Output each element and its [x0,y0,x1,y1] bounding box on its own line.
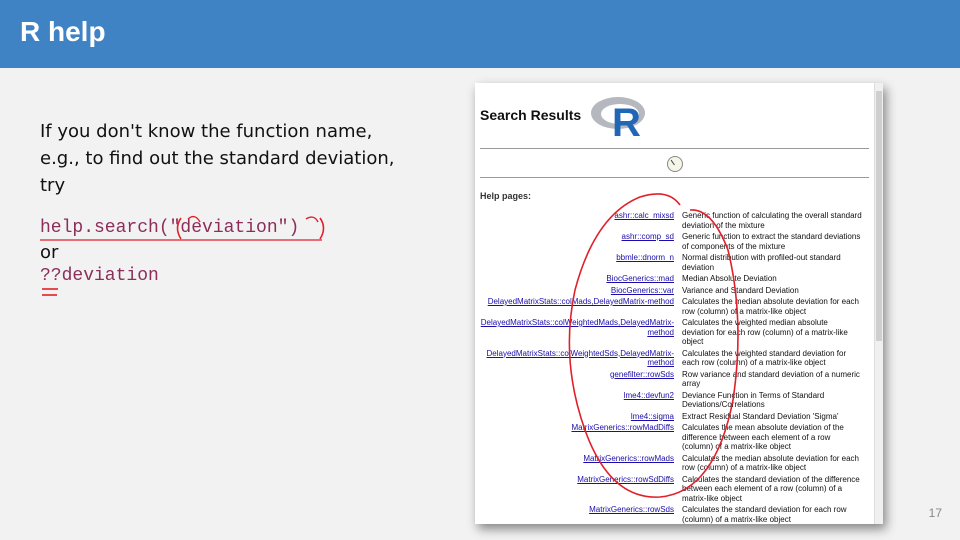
result-row: BiocGenerics::mad Median Absolute Deviati… [475,274,875,284]
result-row: DelayedMatrixStats::colWeightedSds,Delay… [475,349,875,368]
result-description: Calculates the median absolute deviation… [682,453,859,473]
slide-header: R help [0,0,960,68]
result-link[interactable]: lme4::devfun2 [475,391,682,410]
search-results-title: Search Results [480,107,582,123]
or-text: or [40,242,59,263]
result-link[interactable]: MatrixGenerics::rowSdDiffs [475,475,682,504]
clock-icon [667,156,683,172]
result-link[interactable]: MatrixGenerics::rowMads [475,454,682,473]
divider-bottom [480,177,869,178]
result-link[interactable]: DelayedMatrixStats::colWeightedSds,Delay… [475,349,682,368]
result-row: BiocGenerics::var Variance and Standard D… [475,286,875,296]
result-description: Calculates the standard deviation for ea… [682,505,847,524]
annotation-close-paren [319,217,325,240]
result-row: lme4::devfun2 Deviance Function in Terms … [475,391,875,410]
r-logo-icon: R [591,97,645,139]
result-row: MatrixGenerics::rowSdDiffs Calculates the… [475,475,875,504]
result-link[interactable]: BiocGenerics::var [475,286,682,296]
annotation-quote-right [305,216,319,223]
result-link[interactable]: ashr::comp_sd [475,232,682,251]
result-row: genefilter::rowSds Row variance and stand… [475,370,875,389]
result-link[interactable]: DelayedMatrixStats::colWeightedMads,Dela… [475,318,682,347]
result-row: ashr::calc_mixsd Generic function of calc… [475,211,875,230]
result-description: Generic function to extract the standard… [682,232,861,251]
result-row: bbmle::dnorm_n Normal distribution with p… [475,253,875,272]
result-description: Calculates the weighted median absolute … [682,318,848,346]
result-link[interactable]: MatrixGenerics::rowSds [475,505,682,524]
code-double-question: ??deviation [40,266,159,286]
result-row: MatrixGenerics::rowMadDiffs Calculates th… [475,423,875,452]
result-row: MatrixGenerics::rowSds Calculates the sta… [475,505,875,524]
instruction-text: If you don't know the function name, e.g… [40,121,395,196]
result-description: Calculates the mean absolute deviation o… [682,423,844,451]
result-link[interactable]: bbmle::dnorm_n [475,253,682,272]
result-row: MatrixGenerics::rowMads Calculates the me… [475,454,875,473]
result-row: lme4::sigma Extract Residual Standard Dev… [475,412,875,422]
result-description: Normal distribution with profiled-out st… [682,253,841,272]
result-link[interactable]: BiocGenerics::mad [475,274,682,284]
scrollbar-thumb[interactable] [876,91,882,341]
result-description: Deviance Function in Terms of Standard D… [682,390,825,410]
divider-top [480,148,869,149]
help-pages-heading: Help pages: [480,191,532,201]
results-table: ashr::calc_mixsd Generic function of calc… [475,211,875,524]
result-link[interactable]: ashr::calc_mixsd [475,211,682,230]
result-link[interactable]: MatrixGenerics::rowMadDiffs [475,423,682,452]
result-description: Calculates the median absolute deviation… [682,297,859,316]
result-row: ashr::comp_sd Generic function to extract… [475,232,875,251]
code-help-search: help.search("deviation") [40,218,300,238]
result-description: Extract Residual Standard Deviation 'Sig… [682,411,839,421]
result-description: Calculates the standard deviation of the… [682,474,860,503]
result-description: Row variance and standard deviation of a… [682,369,860,389]
result-link[interactable]: lme4::sigma [475,412,682,422]
result-description: Median Absolute Deviation [682,274,777,283]
result-row: DelayedMatrixStats::colWeightedMads,Dela… [475,318,875,347]
result-description: Calculates the weighted standard deviati… [682,348,847,368]
result-row: DelayedMatrixStats::colMads,DelayedMatri… [475,297,875,316]
help-search-window: Search Results R Help pages: ashr::calc_… [475,83,883,524]
result-link[interactable]: DelayedMatrixStats::colMads,DelayedMatri… [475,297,682,316]
slide-title: R help [20,16,106,47]
page-number: 17 [928,506,942,520]
scrollbar[interactable] [874,83,883,524]
svg-text:R: R [612,101,641,139]
result-description: Variance and Standard Deviation [682,285,799,295]
result-link[interactable]: genefilter::rowSds [475,370,682,389]
result-description: Generic function of calculating the over… [682,211,862,230]
